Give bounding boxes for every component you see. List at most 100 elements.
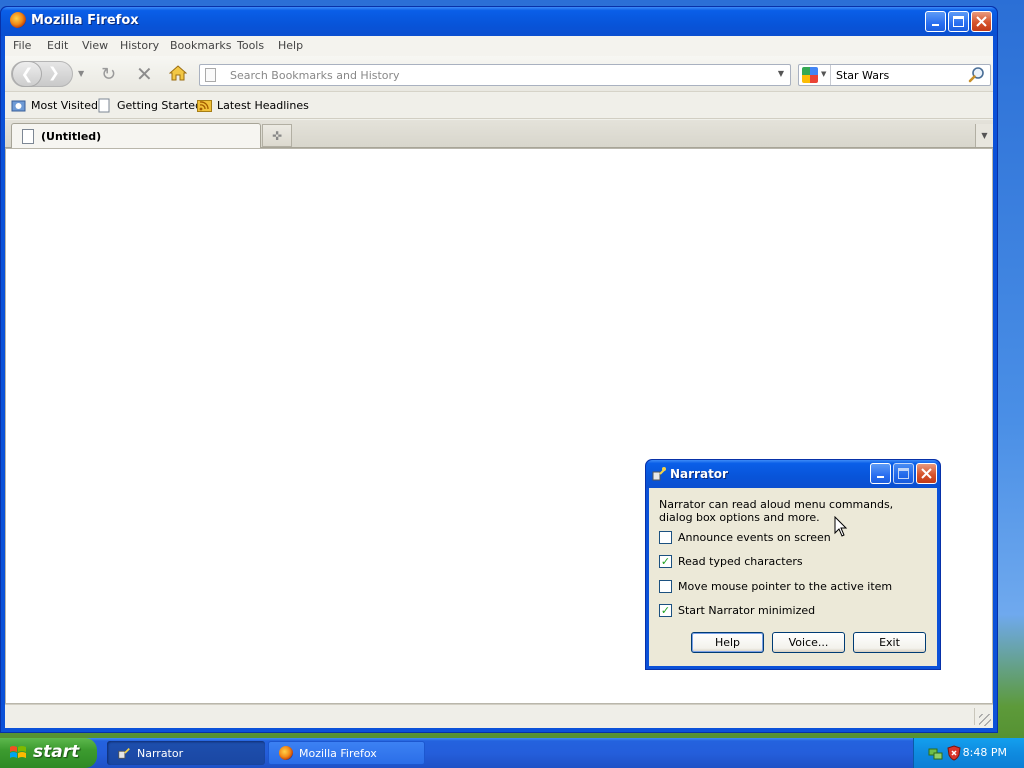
tab-label: (Untitled) xyxy=(41,130,102,143)
navigation-toolbar: ❮ ❯ ▼ ↻ ✕ Search Bookmarks and History ▼… xyxy=(5,56,993,92)
back-forward-group: ❮ ❯ xyxy=(11,61,73,87)
narrator-title: Narrator xyxy=(670,467,728,481)
tab-strip: (Untitled) ✜ ▼ xyxy=(5,120,993,148)
option-move-mouse-pointer[interactable]: Move mouse pointer to the active item xyxy=(659,580,892,593)
resize-grip-icon[interactable] xyxy=(979,714,991,726)
voice-button[interactable]: Voice... xyxy=(772,632,845,653)
minimize-icon xyxy=(931,23,939,26)
bookmark-getting-started[interactable]: Getting Started xyxy=(97,98,202,113)
narrator-window: Narrator Narrator can read aloud menu co… xyxy=(645,459,941,670)
windows-logo-icon xyxy=(10,746,26,758)
taskbar-item-label: Narrator xyxy=(137,746,184,760)
page-icon xyxy=(22,129,34,144)
maximize-button[interactable] xyxy=(948,11,969,32)
forward-button[interactable]: ❯ xyxy=(48,65,60,81)
tab-untitled[interactable]: (Untitled) xyxy=(11,123,261,148)
taskbar: start Narrator Mozilla Firefox 8:48 PM xyxy=(0,738,1024,768)
bookmark-label: Getting Started xyxy=(117,99,203,112)
bookmark-label: Most Visited xyxy=(31,99,98,112)
narrator-titlebar[interactable]: Narrator xyxy=(646,460,940,488)
narrator-description: Narrator can read aloud menu commands, d… xyxy=(659,498,894,524)
help-button[interactable]: Help xyxy=(691,632,764,653)
engine-dropdown-icon[interactable]: ▼ xyxy=(821,70,826,78)
url-dropdown-icon[interactable]: ▼ xyxy=(778,69,784,78)
security-shield-icon[interactable] xyxy=(947,745,961,761)
search-input[interactable]: Star Wars xyxy=(836,69,889,82)
bookmarks-toolbar: Most Visited Getting Started Latest Head… xyxy=(5,93,993,119)
clock: 8:48 PM xyxy=(962,746,1007,759)
checkmark-icon: ✓ xyxy=(660,604,671,617)
system-tray: 8:48 PM xyxy=(913,738,1024,768)
chevron-down-icon: ▼ xyxy=(981,131,988,140)
home-icon[interactable] xyxy=(169,65,187,81)
search-bar[interactable]: ▼ Star Wars xyxy=(798,64,991,86)
close-icon xyxy=(921,468,932,479)
folder-icon xyxy=(11,100,26,112)
narrator-maximize-button xyxy=(893,463,914,484)
maximize-icon xyxy=(953,16,964,27)
close-button[interactable] xyxy=(971,11,992,32)
bookmark-latest-headlines[interactable]: Latest Headlines xyxy=(197,98,309,113)
maximize-icon xyxy=(898,468,909,479)
narrator-icon xyxy=(118,748,130,759)
url-placeholder: Search Bookmarks and History xyxy=(230,69,400,82)
menu-history[interactable]: History xyxy=(120,39,159,52)
window-title: Mozilla Firefox xyxy=(31,13,139,28)
menu-bookmarks[interactable]: Bookmarks xyxy=(170,39,231,52)
menu-tools[interactable]: Tools xyxy=(237,39,264,52)
option-label: Read typed characters xyxy=(678,555,803,568)
divider xyxy=(974,708,975,725)
history-dropdown-icon[interactable]: ▼ xyxy=(78,69,84,78)
narrator-client-area: Narrator can read aloud menu commands, d… xyxy=(649,488,937,666)
option-label: Move mouse pointer to the active item xyxy=(678,580,893,593)
firefox-icon xyxy=(279,746,293,760)
stop-icon[interactable]: ✕ xyxy=(136,62,153,86)
option-announce-events[interactable]: Announce events on screen xyxy=(659,531,831,544)
option-read-typed-characters[interactable]: ✓ Read typed characters xyxy=(659,555,803,568)
firefox-titlebar[interactable]: Mozilla Firefox xyxy=(1,7,997,36)
page-icon xyxy=(205,68,216,82)
rss-feed-icon xyxy=(197,100,212,112)
page-icon xyxy=(98,98,110,113)
minimize-button[interactable] xyxy=(925,11,946,32)
back-arrow-icon: ❮ xyxy=(20,65,34,83)
reload-icon[interactable]: ↻ xyxy=(101,64,116,85)
checkbox[interactable]: ✓ xyxy=(659,604,672,617)
taskbar-item-narrator[interactable]: Narrator xyxy=(107,741,265,765)
forward-arrow-icon: ❯ xyxy=(48,65,60,81)
option-label: Start Narrator minimized xyxy=(678,604,816,617)
option-start-minimized[interactable]: ✓ Start Narrator minimized xyxy=(659,604,815,617)
firefox-icon xyxy=(10,12,26,28)
network-icon[interactable] xyxy=(928,745,944,761)
new-tab-button[interactable]: ✜ xyxy=(262,124,292,147)
back-button[interactable]: ❮ xyxy=(12,61,42,87)
url-bar[interactable]: Search Bookmarks and History ▼ xyxy=(199,64,791,86)
taskbar-item-firefox[interactable]: Mozilla Firefox xyxy=(268,741,425,765)
menu-edit[interactable]: Edit xyxy=(47,39,68,52)
google-icon[interactable] xyxy=(802,67,818,83)
checkbox[interactable] xyxy=(659,531,672,544)
checkbox[interactable]: ✓ xyxy=(659,555,672,568)
menu-view[interactable]: View xyxy=(82,39,108,52)
narrator-close-button[interactable] xyxy=(916,463,937,484)
bookmark-most-visited[interactable]: Most Visited xyxy=(11,98,98,113)
close-icon xyxy=(976,16,987,27)
taskbar-item-label: Mozilla Firefox xyxy=(299,746,377,760)
plus-icon: ✜ xyxy=(271,128,283,143)
mouse-cursor-icon xyxy=(834,516,848,537)
narrator-minimize-button[interactable] xyxy=(870,463,891,484)
checkbox[interactable] xyxy=(659,580,672,593)
divider xyxy=(830,65,831,85)
magnifier-icon[interactable] xyxy=(968,66,986,84)
narrator-icon xyxy=(652,467,666,481)
bookmark-label: Latest Headlines xyxy=(217,99,309,112)
menu-help[interactable]: Help xyxy=(278,39,303,52)
option-label: Announce events on screen xyxy=(678,531,831,544)
tab-list-button[interactable]: ▼ xyxy=(975,124,993,147)
start-button[interactable]: start xyxy=(0,738,97,768)
start-label: start xyxy=(33,742,80,762)
menu-file[interactable]: File xyxy=(13,39,31,52)
exit-button[interactable]: Exit xyxy=(853,632,926,653)
menu-bar: File Edit View History Bookmarks Tools H… xyxy=(5,36,993,56)
minimize-icon xyxy=(876,475,884,478)
